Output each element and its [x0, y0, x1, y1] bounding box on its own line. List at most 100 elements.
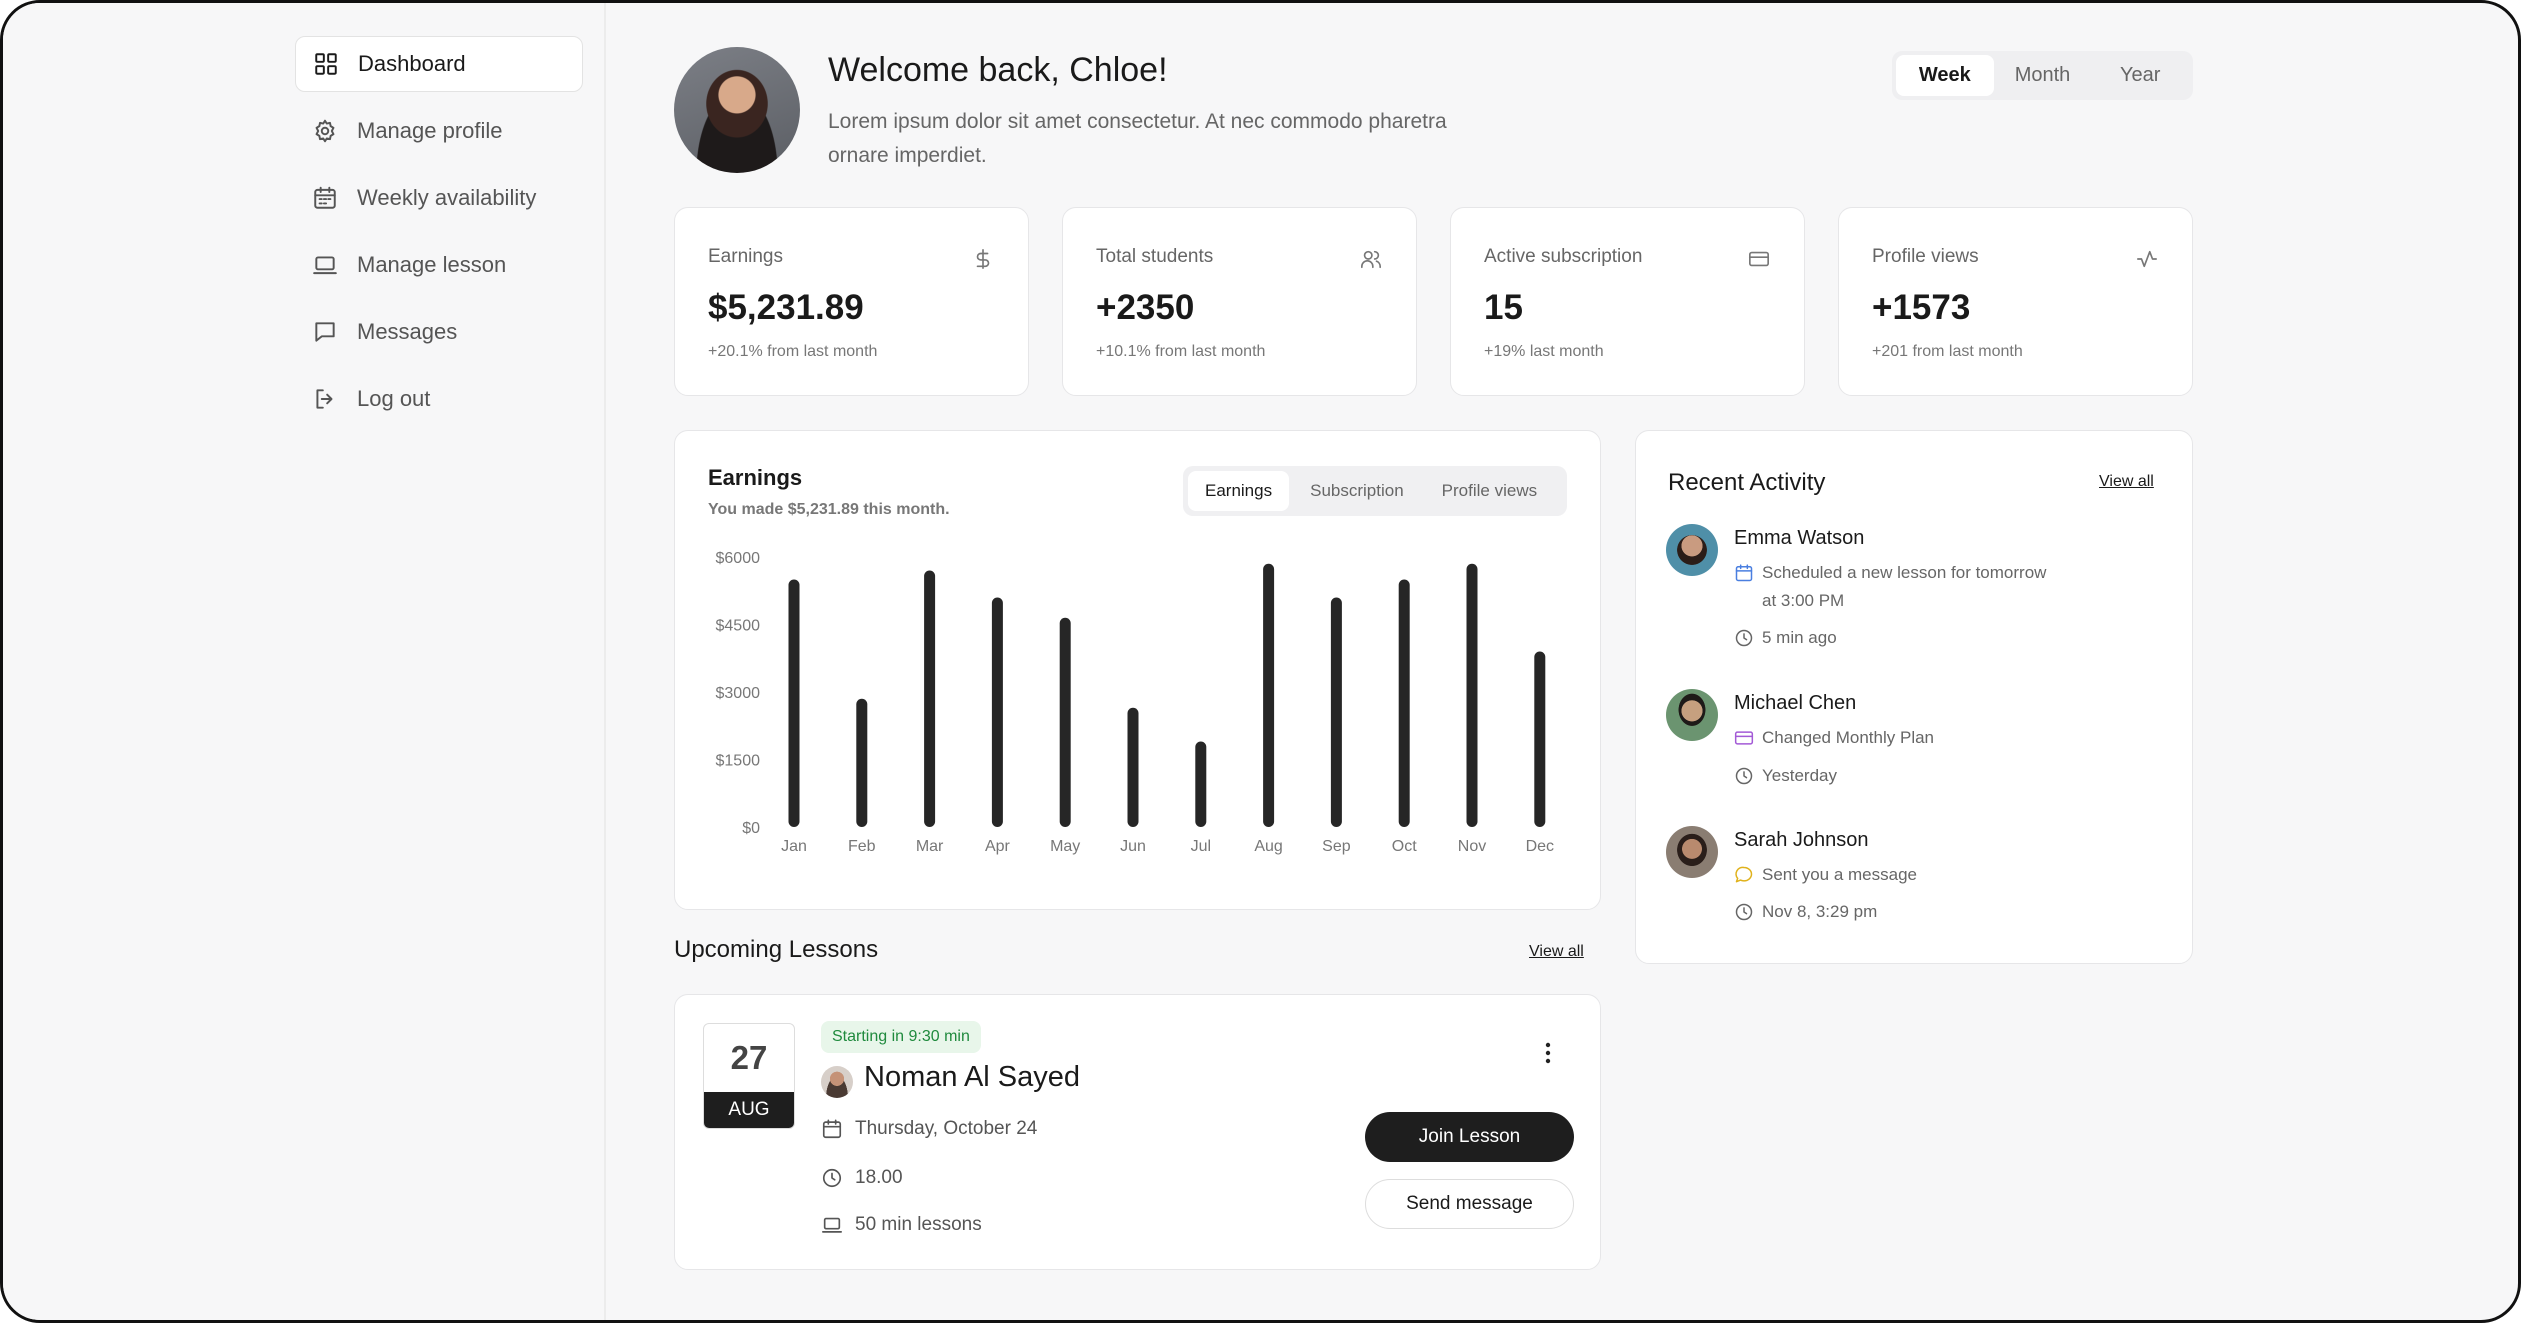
card-icon [1734, 731, 1754, 745]
activity-name: Sarah Johnson [1734, 829, 1869, 851]
calendar-icon [822, 1119, 842, 1139]
stat-card-profile-views: Profile views +1573 +201 from last month [1838, 207, 2193, 396]
stat-label: Profile views [1872, 246, 1979, 267]
lesson-date-line: Thursday, October 24 [821, 1118, 1037, 1140]
activity-action: Scheduled a new lesson for tomorrow at 3:… [1734, 559, 2046, 615]
sidebar-item-label: Messages [357, 319, 458, 344]
activity-name: Michael Chen [1734, 692, 1857, 714]
x-tick-label: May [1050, 838, 1080, 855]
y-tick-label: $0 [742, 820, 760, 837]
x-tick-label: Jun [1120, 838, 1146, 855]
gear-icon [311, 117, 339, 145]
y-tick-label: $6000 [716, 550, 761, 567]
clock-icon [1735, 629, 1753, 647]
y-tick-label: $3000 [716, 685, 761, 702]
x-tick-label: Sep [1322, 838, 1351, 855]
stat-change: +19% last month [1484, 343, 1604, 360]
recent-activity-card: Recent Activity View all Emma Watson Sch… [1635, 430, 2193, 964]
earnings-chart-card: Earnings You made $5,231.89 this month. … [674, 430, 1601, 910]
activity-time: Nov 8, 3:29 pm [1734, 898, 1877, 926]
recent-activity-title: Recent Activity [1668, 469, 1826, 496]
y-tick-label: $1500 [716, 753, 761, 770]
lesson-duration-line: 50 min lessons [821, 1214, 982, 1236]
welcome-heading: Welcome back, Chloe! [828, 51, 1168, 89]
bar-nov[interactable] [1466, 563, 1478, 827]
stat-label: Earnings [708, 246, 783, 267]
join-lesson-button[interactable]: Join Lesson [1365, 1112, 1574, 1162]
app-window: Dashboard Manage profile Weekly availabi… [0, 0, 2521, 1323]
tab-profile-views[interactable]: Profile views [1425, 471, 1554, 511]
sidebar-item-manage-profile[interactable]: Manage profile [295, 104, 581, 158]
users-icon [1360, 248, 1382, 270]
stat-card-earnings: Earnings $5,231.89 +20.1% from last mont… [674, 207, 1029, 396]
card-icon [1748, 248, 1770, 270]
stat-label: Active subscription [1484, 246, 1643, 267]
x-tick-label: Feb [848, 838, 876, 855]
stat-change: +201 from last month [1872, 343, 2023, 360]
message-icon [1735, 866, 1753, 883]
period-toggle: Week Month Year [1892, 51, 2193, 100]
earnings-bar-chart: $6000 $4500 $3000 $1500 $0 Jan Feb Mar Apr May Jun… [716, 550, 1555, 855]
bar-jan[interactable] [788, 579, 800, 828]
x-tick-label: Aug [1254, 838, 1282, 855]
lesson-month: AUG [704, 1092, 794, 1128]
tab-earnings[interactable]: Earnings [1188, 471, 1290, 511]
upcoming-lessons-title: Upcoming Lessons [674, 936, 879, 963]
recent-activity-view-all-link[interactable]: View all [2099, 473, 2154, 491]
bar-jul[interactable] [1195, 741, 1207, 828]
bar-jun[interactable] [1127, 707, 1139, 827]
calendar-icon [311, 184, 339, 212]
sidebar-item-messages[interactable]: Messages [295, 305, 581, 359]
period-week-button[interactable]: Week [1896, 55, 1994, 96]
more-options-icon[interactable] [1541, 1040, 1555, 1066]
period-year-button[interactable]: Year [2091, 55, 2189, 96]
sidebar: Dashboard Manage profile Weekly availabi… [3, 3, 606, 1320]
activity-action: Changed Monthly Plan [1734, 724, 1934, 752]
sidebar-item-log-out[interactable]: Log out [295, 372, 581, 426]
chart-subtitle: You made $5,231.89 this month. [708, 501, 950, 518]
period-month-button[interactable]: Month [1994, 55, 2092, 96]
tab-subscription[interactable]: Subscription [1293, 471, 1421, 511]
sidebar-item-label: Log out [357, 386, 431, 411]
avatar [1666, 524, 1718, 576]
stat-value: +1573 [1872, 288, 1971, 327]
bar-aug[interactable] [1263, 563, 1275, 827]
bar-dec[interactable] [1534, 651, 1546, 828]
profile-avatar[interactable] [674, 47, 800, 173]
bar-apr[interactable] [991, 597, 1003, 828]
student-name: Noman Al Sayed [864, 1061, 1081, 1093]
grid-icon [312, 50, 340, 78]
dollar-icon [972, 248, 994, 270]
sidebar-item-dashboard[interactable]: Dashboard [295, 36, 583, 92]
bar-may[interactable] [1059, 617, 1071, 827]
welcome-subtitle: Lorem ipsum dolor sit amet consectetur. … [828, 110, 1447, 167]
sidebar-item-manage-lesson[interactable]: Manage lesson [295, 238, 581, 292]
lesson-date: 27 AUG [703, 1023, 795, 1129]
clock-icon [1735, 903, 1753, 921]
bar-feb[interactable] [856, 698, 868, 827]
x-tick-label: Jan [781, 838, 807, 855]
sidebar-item-label: Manage profile [357, 118, 503, 143]
stat-card-active-subscription: Active subscription 15 +19% last month [1450, 207, 1805, 396]
x-tick-label: Mar [916, 838, 944, 855]
lesson-time-line: 18.00 [821, 1167, 903, 1189]
stat-value: $5,231.89 [708, 288, 864, 327]
clock-icon [1735, 767, 1753, 785]
bar-sep[interactable] [1330, 597, 1342, 828]
logout-icon [311, 385, 339, 413]
bar-oct[interactable] [1398, 579, 1410, 828]
student-avatar [821, 1066, 853, 1098]
upcoming-view-all-link[interactable]: View all [1529, 943, 1584, 961]
activity-time: Yesterday [1734, 762, 1837, 790]
activity-action: Sent you a message [1734, 861, 1917, 889]
send-message-button[interactable]: Send message [1365, 1179, 1574, 1229]
chart-title: Earnings [708, 465, 803, 490]
x-tick-label: Oct [1392, 838, 1417, 855]
sidebar-item-weekly-availability[interactable]: Weekly availability [295, 171, 581, 225]
activity-time: 5 min ago [1734, 624, 1837, 652]
sidebar-item-label: Weekly availability [357, 185, 537, 210]
lesson-card: 27 AUG Starting in 9:30 min Noman Al Say… [674, 994, 1601, 1270]
message-icon [311, 318, 339, 346]
bar-mar[interactable] [924, 570, 936, 828]
clock-icon [822, 1168, 842, 1188]
